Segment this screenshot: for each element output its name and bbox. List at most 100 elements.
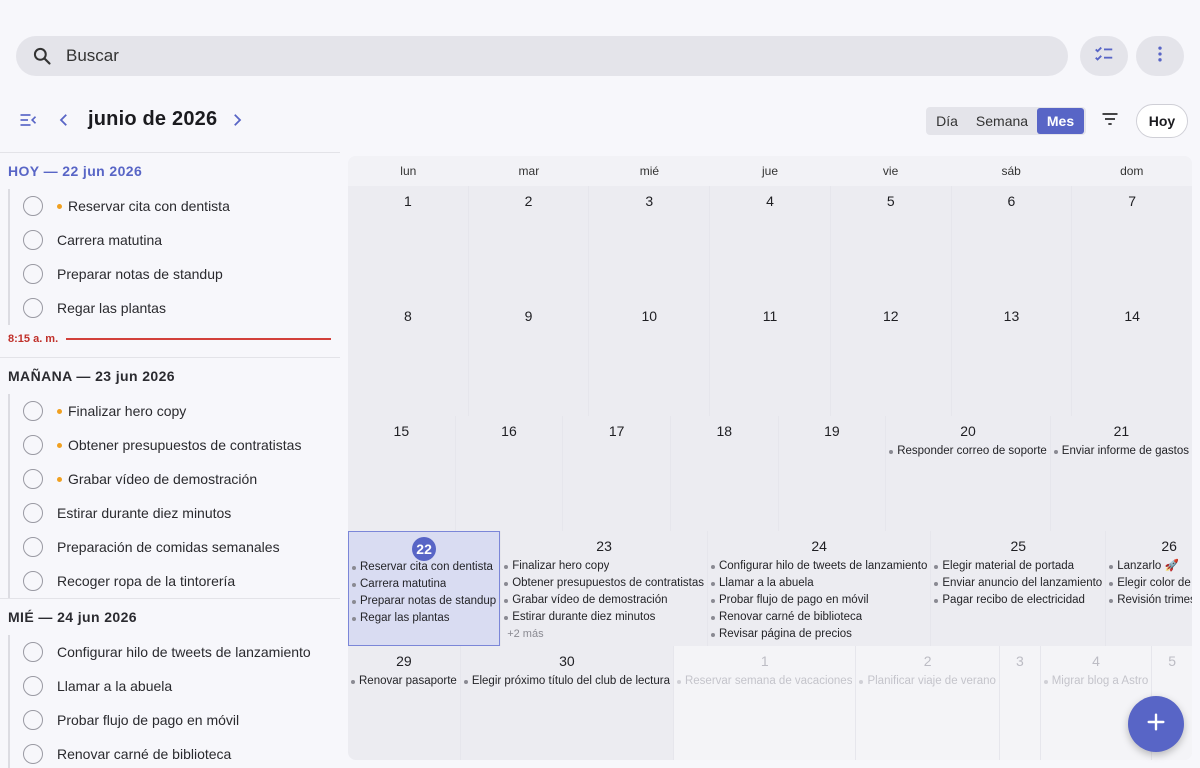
calendar-event[interactable]: Lanzarlo 🚀: [1109, 558, 1192, 575]
calendar-event[interactable]: Obtener presupuestos de contratistas: [504, 575, 704, 592]
day-cell[interactable]: 30 Elegir próximo título del club de lect…: [459, 646, 673, 760]
day-cell[interactable]: 17: [562, 416, 670, 531]
task-item[interactable]: Preparación de comidas semanales: [8, 530, 340, 564]
calendar-event[interactable]: Enviar anuncio del lanzamiento: [934, 575, 1102, 592]
task-checkbox[interactable]: [23, 298, 43, 318]
more-events-link[interactable]: +2 más: [504, 626, 704, 643]
task-checkbox[interactable]: [23, 710, 43, 730]
day-cell[interactable]: 18: [669, 416, 778, 531]
day-cell[interactable]: 3: [588, 186, 709, 301]
calendar-event[interactable]: Elegir material de portada: [934, 558, 1102, 575]
task-item[interactable]: Obtener presupuestos de contratistas: [8, 428, 340, 462]
day-cell[interactable]: 2 Planificar viaje de verano: [855, 646, 999, 760]
day-cell[interactable]: 14: [1071, 301, 1192, 416]
day-cell-today[interactable]: 22 Reservar cita con dentista Carrera matu…: [348, 531, 501, 646]
day-cell[interactable]: 6: [950, 186, 1072, 301]
view-day-button[interactable]: Día: [927, 108, 967, 134]
day-cell[interactable]: 10: [588, 301, 709, 416]
task-item[interactable]: Reservar cita con dentista: [8, 189, 340, 223]
calendar-event[interactable]: Configurar hilo de tweets de lanzamiento: [710, 558, 927, 575]
task-checkbox[interactable]: [23, 264, 43, 284]
task-checkbox[interactable]: [23, 435, 43, 455]
calendar-event[interactable]: Pagar recibo de electricidad: [934, 592, 1102, 609]
day-cell[interactable]: 25 Elegir material de portada Enviar anunc…: [930, 531, 1105, 646]
task-item[interactable]: Grabar vídeo de demostración: [8, 462, 340, 496]
day-cell[interactable]: 16: [454, 416, 563, 531]
today-button[interactable]: Hoy: [1136, 104, 1188, 138]
task-item[interactable]: Llamar a la abuela: [8, 669, 340, 703]
day-cell[interactable]: 13: [950, 301, 1072, 416]
day-cell[interactable]: 2: [467, 186, 589, 301]
day-cell[interactable]: 11: [709, 301, 830, 416]
filter-button[interactable]: [1098, 109, 1122, 133]
calendar-event[interactable]: Responder correo de soporte: [889, 443, 1047, 460]
view-month-button[interactable]: Mes: [1037, 108, 1084, 134]
day-cell[interactable]: 19: [777, 416, 886, 531]
day-cell[interactable]: 8: [348, 301, 468, 416]
task-checkbox[interactable]: [23, 469, 43, 489]
task-checkbox[interactable]: [23, 196, 43, 216]
task-item[interactable]: Regar las plantas: [8, 291, 340, 325]
task-item[interactable]: Renovar carné de biblioteca: [8, 737, 340, 768]
task-checkbox[interactable]: [23, 537, 43, 557]
task-checkbox[interactable]: [23, 676, 43, 696]
day-cell[interactable]: 23 Finalizar hero copy Obtener presupuesto…: [500, 531, 707, 646]
calendar-event[interactable]: Regar las plantas: [352, 610, 496, 627]
calendar-event[interactable]: Elegir próximo título del club de lectur…: [463, 673, 670, 690]
task-item[interactable]: Estirar durante diez minutos: [8, 496, 340, 530]
task-checkbox[interactable]: [23, 230, 43, 250]
task-item[interactable]: Probar flujo de pago en móvil: [8, 703, 340, 737]
search-input[interactable]: [66, 46, 966, 66]
day-cell[interactable]: 9: [467, 301, 589, 416]
day-cell[interactable]: 7: [1071, 186, 1192, 301]
task-item[interactable]: Recoger ropa de la tintorería: [8, 564, 340, 598]
day-cell[interactable]: 21 Enviar informe de gastos: [1049, 416, 1192, 531]
day-cell[interactable]: 1 Reservar semana de vacaciones: [672, 646, 856, 760]
task-checkbox[interactable]: [23, 503, 43, 523]
add-task-button[interactable]: [1128, 696, 1184, 752]
calendar-event[interactable]: Enviar informe de gastos: [1053, 443, 1189, 460]
day-cell[interactable]: 24 Configurar hilo de tweets de lanzamien…: [706, 531, 930, 646]
task-checkbox[interactable]: [23, 642, 43, 662]
calendar-event[interactable]: Carrera matutina: [352, 576, 496, 593]
task-item[interactable]: Carrera matutina: [8, 223, 340, 257]
task-item[interactable]: Preparar notas de standup: [8, 257, 340, 291]
day-cell[interactable]: 15: [348, 416, 455, 531]
task-item[interactable]: Configurar hilo de tweets de lanzamiento: [8, 635, 340, 669]
task-checkbox[interactable]: [23, 401, 43, 421]
next-month-button[interactable]: [225, 110, 249, 134]
more-options-button[interactable]: [1136, 36, 1184, 76]
calendar-event[interactable]: Revisar página de precios: [710, 626, 927, 643]
calendar-event[interactable]: Probar flujo de pago en móvil: [710, 592, 927, 609]
search-bar[interactable]: [16, 36, 1068, 76]
day-cell[interactable]: 12: [829, 301, 951, 416]
toggle-sidebar-button[interactable]: [16, 110, 40, 134]
day-cell[interactable]: 1: [348, 186, 468, 301]
calendar-event[interactable]: Renovar pasaporte: [351, 673, 457, 690]
calendar-event[interactable]: Estirar durante diez minutos: [504, 609, 704, 626]
task-checkbox[interactable]: [23, 571, 43, 591]
tasks-view-button[interactable]: [1080, 36, 1128, 76]
calendar-event[interactable]: Finalizar hero copy: [504, 558, 704, 575]
day-number: 24: [811, 538, 827, 554]
day-cell[interactable]: 26 Lanzarlo 🚀 Elegir color de pintura Revis…: [1105, 531, 1192, 646]
day-cell[interactable]: 29 Renovar pasaporte: [348, 646, 460, 760]
calendar-event[interactable]: Llamar a la abuela: [710, 575, 927, 592]
day-cell[interactable]: 4: [709, 186, 830, 301]
calendar-event[interactable]: Planificar viaje de verano: [859, 673, 996, 690]
calendar-event[interactable]: Grabar vídeo de demostración: [504, 592, 704, 609]
calendar-event[interactable]: Reservar cita con dentista: [352, 559, 496, 576]
calendar-event[interactable]: Elegir color de pintura: [1109, 575, 1192, 592]
calendar-event[interactable]: Renovar carné de biblioteca: [710, 609, 927, 626]
calendar-event[interactable]: Preparar notas de standup: [352, 593, 496, 610]
view-week-button[interactable]: Semana: [967, 108, 1037, 134]
calendar-event[interactable]: Revisión trimestral: [1109, 592, 1192, 609]
day-cell[interactable]: 20 Responder correo de soporte: [885, 416, 1050, 531]
previous-month-button[interactable]: [52, 110, 76, 134]
calendar-event[interactable]: Reservar semana de vacaciones: [676, 673, 852, 690]
task-item[interactable]: Finalizar hero copy: [8, 394, 340, 428]
day-cell[interactable]: 3: [998, 646, 1040, 760]
day-cell[interactable]: 5: [829, 186, 951, 301]
task-checkbox[interactable]: [23, 744, 43, 764]
calendar-event[interactable]: Migrar blog a Astro: [1043, 673, 1148, 690]
